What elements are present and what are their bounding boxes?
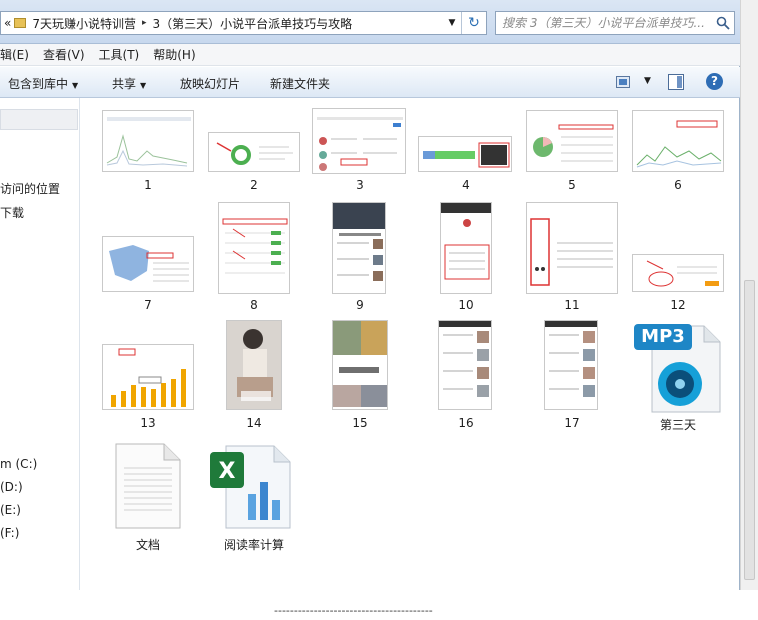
chevron-down-icon: ▼ [140, 81, 147, 90]
file-label: 15 [352, 416, 368, 430]
explorer-window: « 7天玩赚小说特训营 ▸ 3（第三天）小说平台派单技巧与攻略 ▼ ↻ 搜索 3… [0, 0, 740, 590]
file-label: 文档 [135, 538, 160, 552]
new-folder-label: 新建文件夹 [270, 77, 331, 91]
nav-selected-item[interactable] [0, 109, 78, 130]
breadcrumb-segment-2[interactable]: 3（第三天）小说平台派单技巧与攻略 [153, 15, 353, 32]
image-thumbnail [526, 110, 618, 172]
change-view-button[interactable]: ▼ [614, 75, 651, 91]
mp3-badge-label: MP3 [641, 326, 685, 347]
menu-view[interactable]: 查看(V) [43, 46, 85, 63]
address-dropdown-icon[interactable]: ▼ [444, 12, 460, 34]
file-label: 13 [140, 416, 156, 430]
file-label: 7 [144, 298, 152, 312]
nav-item-drive-c[interactable]: m (C:) [0, 457, 37, 471]
address-bar[interactable]: « 7天玩赚小说特训营 ▸ 3（第三天）小说平台派单技巧与攻略 [0, 11, 487, 35]
view-icon [616, 76, 630, 88]
separator-line: ---------------------------------------- [274, 604, 433, 617]
nav-item-drive-e[interactable]: (E:) [0, 503, 21, 517]
image-thumbnail [332, 320, 388, 410]
search-icon[interactable] [716, 16, 730, 30]
file-label: 3 [356, 178, 364, 192]
file-label: 2 [250, 178, 258, 192]
file-label: 14 [246, 416, 262, 430]
image-thumbnail [418, 136, 512, 172]
folder-icon [14, 18, 27, 28]
image-thumbnail [438, 320, 492, 410]
nav-item-recent-places[interactable]: 访问的位置 [0, 180, 60, 197]
file-label: 8 [250, 298, 258, 312]
slideshow-label: 放映幻灯片 [180, 77, 241, 91]
refresh-icon[interactable]: ↻ [461, 12, 486, 34]
excel-file-icon: X [210, 445, 291, 529]
file-label: 11 [564, 298, 580, 312]
nav-item-drive-f[interactable]: (F:) [0, 526, 19, 540]
nav-item-downloads[interactable]: 下载 [0, 204, 24, 221]
image-thumbnail [526, 202, 618, 294]
menu-tools[interactable]: 工具(T) [99, 46, 140, 63]
file-label: 4 [462, 178, 470, 192]
include-label: 包含到库中 [8, 77, 69, 91]
breadcrumb-segment-1[interactable]: 7天玩赚小说特训营 [32, 15, 136, 32]
image-thumbnail [102, 344, 194, 410]
include-in-library-button[interactable]: 包含到库中 ▼ [8, 75, 78, 92]
address-overflow-glyph[interactable]: « [4, 16, 11, 30]
image-thumbnail [440, 202, 492, 294]
chevron-down-icon: ▼ [72, 81, 79, 90]
search-placeholder: 搜索 3（第三天）小说平台派单技巧... [502, 16, 705, 30]
image-thumbnail [632, 254, 724, 292]
image-thumbnail [208, 132, 300, 172]
file-label: 17 [564, 416, 580, 430]
menu-edit[interactable]: 辑(E) [0, 46, 29, 63]
scrollbar-thumb[interactable] [744, 280, 755, 580]
breadcrumb-separator[interactable]: ▸ [142, 18, 147, 28]
text-document-icon [115, 443, 181, 529]
nav-item-drive-d[interactable]: (D:) [0, 480, 23, 494]
image-thumbnail [312, 108, 406, 174]
file-label: 16 [458, 416, 474, 430]
file-label: 5 [568, 178, 576, 192]
file-label: 10 [458, 298, 474, 312]
vertical-scrollbar[interactable] [740, 0, 758, 590]
file-label: 阅读率计算 [223, 538, 284, 552]
share-label: 共享 [112, 77, 137, 91]
image-thumbnail [632, 110, 724, 172]
image-thumbnail [544, 320, 598, 410]
preview-pane-icon[interactable] [668, 74, 684, 90]
search-input[interactable]: 搜索 3（第三天）小说平台派单技巧... [495, 11, 735, 35]
menu-help[interactable]: 帮助(H) [153, 46, 195, 63]
file-label: 12 [670, 298, 686, 312]
new-folder-button[interactable]: 新建文件夹 [270, 75, 330, 92]
file-label: 6 [674, 178, 682, 192]
image-thumbnail [218, 202, 290, 294]
image-thumbnail [226, 320, 282, 410]
file-label: 9 [356, 298, 364, 312]
slideshow-button[interactable]: 放映幻灯片 [180, 75, 240, 92]
navigation-pane: 访问的位置 下载 m (C:) (D:) (E:) (F:) [0, 98, 80, 590]
chevron-down-icon: ▼ [644, 76, 651, 86]
file-label: 1 [144, 178, 152, 192]
image-thumbnail [102, 110, 194, 172]
address-row: « 7天玩赚小说特训营 ▸ 3（第三天）小说平台派单技巧与攻略 ▼ ↻ 搜索 3… [0, 0, 740, 44]
share-button[interactable]: 共享 ▼ [112, 75, 146, 92]
image-thumbnail [332, 202, 386, 294]
image-thumbnail [102, 236, 194, 292]
help-icon[interactable]: ? [706, 73, 723, 90]
toolbar: 包含到库中 ▼ 共享 ▼ 放映幻灯片 新建文件夹 ▼ ? [0, 67, 740, 98]
menu-bar: 辑(E) 查看(V) 工具(T) 帮助(H) [0, 44, 740, 66]
svg-text:X: X [219, 459, 236, 484]
file-label: 第三天 [659, 418, 696, 432]
